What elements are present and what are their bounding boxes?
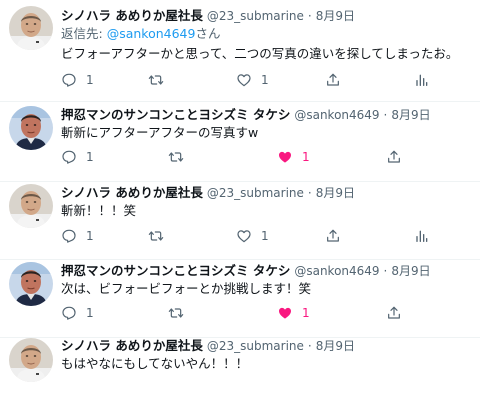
retweet-icon — [148, 72, 164, 88]
like-button[interactable]: 1 — [236, 227, 269, 245]
separator: · — [307, 186, 312, 200]
tweet-header: シノハラ あめりか屋社長 @23_submarine · 8月9日 — [61, 8, 355, 24]
retweet-icon — [168, 149, 184, 165]
tweet-text: 斬新！！！笑 — [61, 203, 137, 218]
share-icon — [386, 149, 402, 165]
reply-button[interactable]: 1 — [61, 71, 94, 89]
share-button[interactable] — [325, 227, 341, 245]
like-count: 1 — [302, 306, 310, 320]
avatar-photo-icon — [9, 6, 53, 50]
tweet-header: 押忍マンのサンコンことヨシズミ タケシ @sankon4649 · 8月9日 — [61, 107, 431, 123]
user-handle[interactable]: @sankon4649 — [294, 108, 379, 122]
avatar-photo-icon — [9, 106, 53, 150]
reply-icon — [61, 305, 77, 321]
user-handle[interactable]: @sankon4649 — [294, 264, 379, 278]
share-icon — [325, 72, 341, 88]
share-icon — [325, 228, 341, 244]
display-name[interactable]: シノハラ あめりか屋社長 — [61, 338, 203, 353]
reply-button[interactable]: 1 — [61, 227, 94, 245]
like-icon — [236, 72, 252, 88]
tweet-header: シノハラ あめりか屋社長 @23_submarine · 8月9日 — [61, 338, 355, 354]
like-count: 1 — [302, 150, 310, 164]
tweet-actions: 1 1 — [61, 148, 471, 166]
separator: · — [307, 9, 312, 23]
analytics-icon — [413, 228, 429, 244]
like-icon — [236, 228, 252, 244]
like-icon-filled — [277, 149, 293, 165]
tweet[interactable]: シノハラ あめりか屋社長 @23_submarine · 8月9日 返信先: @… — [0, 0, 480, 102]
tweet-actions: 1 1 — [61, 71, 471, 89]
tweet[interactable]: シノハラ あめりか屋社長 @23_submarine · 8月9日 もはやなにも… — [0, 338, 480, 408]
user-handle[interactable]: @23_submarine — [207, 339, 304, 353]
reply-icon — [61, 72, 77, 88]
tweet[interactable]: 押忍マンのサンコンことヨシズミ タケシ @sankon4649 · 8月9日 次… — [0, 260, 480, 338]
avatar[interactable] — [9, 6, 53, 50]
reply-icon — [61, 228, 77, 244]
tweet-text: 次は、ビフォービフォーとか挑戦します！笑 — [61, 281, 312, 296]
tweet-header: シノハラ あめりか屋社長 @23_submarine · 8月9日 — [61, 185, 355, 201]
tweet-header: 押忍マンのサンコンことヨシズミ タケシ @sankon4649 · 8月9日 — [61, 263, 431, 279]
retweet-button[interactable] — [148, 71, 173, 89]
user-handle[interactable]: @23_submarine — [207, 9, 304, 23]
retweet-button[interactable] — [148, 227, 173, 245]
share-button[interactable] — [386, 148, 402, 166]
reply-to-line: 返信先: @sankon4649さん — [61, 26, 220, 42]
tweet-actions: 1 1 — [61, 304, 471, 322]
retweet-icon — [148, 228, 164, 244]
reply-count: 1 — [86, 229, 94, 243]
reply-icon — [61, 149, 77, 165]
separator: · — [383, 264, 388, 278]
reply-to-mention[interactable]: @sankon4649 — [107, 26, 196, 41]
share-icon — [386, 305, 402, 321]
reply-count: 1 — [86, 150, 94, 164]
retweet-icon — [168, 305, 184, 321]
user-handle[interactable]: @23_submarine — [207, 186, 304, 200]
reply-button[interactable]: 1 — [61, 148, 94, 166]
retweet-button[interactable] — [168, 148, 193, 166]
reply-to-prefix: 返信先: — [61, 26, 107, 41]
retweet-button[interactable] — [168, 304, 193, 322]
reply-count: 1 — [86, 73, 94, 87]
tweet-date[interactable]: 8月9日 — [316, 339, 355, 353]
avatar-photo-icon — [9, 262, 53, 306]
share-button[interactable] — [325, 71, 341, 89]
display-name[interactable]: シノハラ あめりか屋社長 — [61, 185, 203, 200]
reply-count: 1 — [86, 306, 94, 320]
like-button[interactable]: 1 — [236, 71, 269, 89]
separator: · — [383, 108, 388, 122]
like-button[interactable]: 1 — [277, 304, 310, 322]
tweet-text: もはやなにもしてないやん！！！ — [61, 356, 249, 371]
display-name[interactable]: 押忍マンのサンコンことヨシズミ タケシ — [61, 107, 290, 122]
analytics-button[interactable] — [413, 71, 429, 89]
avatar[interactable] — [9, 106, 53, 150]
tweet[interactable]: シノハラ あめりか屋社長 @23_submarine · 8月9日 斬新！！！笑… — [0, 182, 480, 260]
avatar[interactable] — [9, 262, 53, 306]
avatar[interactable] — [9, 184, 53, 228]
separator: · — [307, 339, 312, 353]
tweet[interactable]: 押忍マンのサンコンことヨシズミ タケシ @sankon4649 · 8月9日 斬… — [0, 102, 480, 182]
like-count: 1 — [261, 73, 269, 87]
avatar-photo-icon — [9, 338, 53, 382]
tweet-text: 斬新にアフターアフターの写真すw — [61, 125, 259, 140]
tweet-date[interactable]: 8月9日 — [391, 108, 430, 122]
tweet-date[interactable]: 8月9日 — [391, 264, 430, 278]
share-button[interactable] — [386, 304, 402, 322]
tweet-text: ビフォーアフターかと思って、二つの写真の違いを探してしまったお。 — [61, 46, 459, 61]
like-count: 1 — [261, 229, 269, 243]
tweet-actions: 1 1 — [61, 227, 471, 245]
tweet-date[interactable]: 8月9日 — [316, 9, 355, 23]
avatar[interactable] — [9, 338, 53, 382]
like-icon-filled — [277, 305, 293, 321]
display-name[interactable]: シノハラ あめりか屋社長 — [61, 8, 203, 23]
analytics-icon — [413, 72, 429, 88]
analytics-button[interactable] — [413, 227, 429, 245]
tweet-date[interactable]: 8月9日 — [316, 186, 355, 200]
like-button[interactable]: 1 — [277, 148, 310, 166]
avatar-photo-icon — [9, 184, 53, 228]
display-name[interactable]: 押忍マンのサンコンことヨシズミ タケシ — [61, 263, 290, 278]
reply-to-suffix: さん — [195, 26, 221, 41]
reply-button[interactable]: 1 — [61, 304, 94, 322]
